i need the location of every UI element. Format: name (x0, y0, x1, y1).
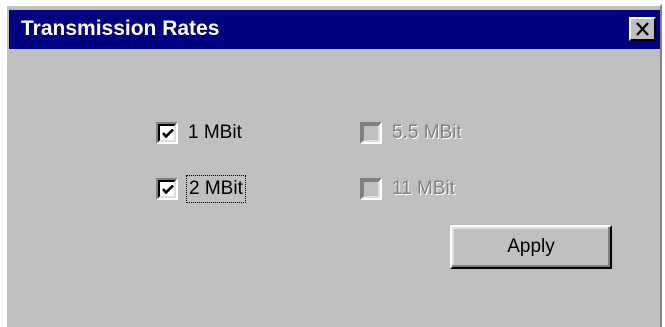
rate-5-5mbit-label: 5.5 MBit (392, 122, 462, 143)
dialog-title: Transmission Rates (21, 17, 220, 40)
rate-1mbit-label[interactable]: 1 MBit (188, 121, 242, 145)
checkmark-icon (162, 184, 174, 195)
close-icon (636, 22, 649, 36)
rate-11mbit-label: 11 MBit (392, 178, 456, 199)
close-button[interactable] (629, 17, 656, 41)
rate-11mbit-checkbox (360, 178, 382, 200)
transmission-rates-dialog: Transmission Rates 1 MBit 2 MBit 5.5 MBi… (5, 4, 662, 327)
title-bar: Transmission Rates (9, 10, 660, 49)
checkmark-icon (162, 128, 174, 139)
rate-2mbit-label[interactable]: 2 MBit (186, 175, 246, 203)
rate-2mbit-checkbox[interactable] (156, 178, 178, 200)
rate-1mbit-checkbox[interactable] (156, 122, 178, 144)
rate-5-5mbit-checkbox (360, 122, 382, 144)
apply-button[interactable]: Apply (450, 225, 612, 269)
